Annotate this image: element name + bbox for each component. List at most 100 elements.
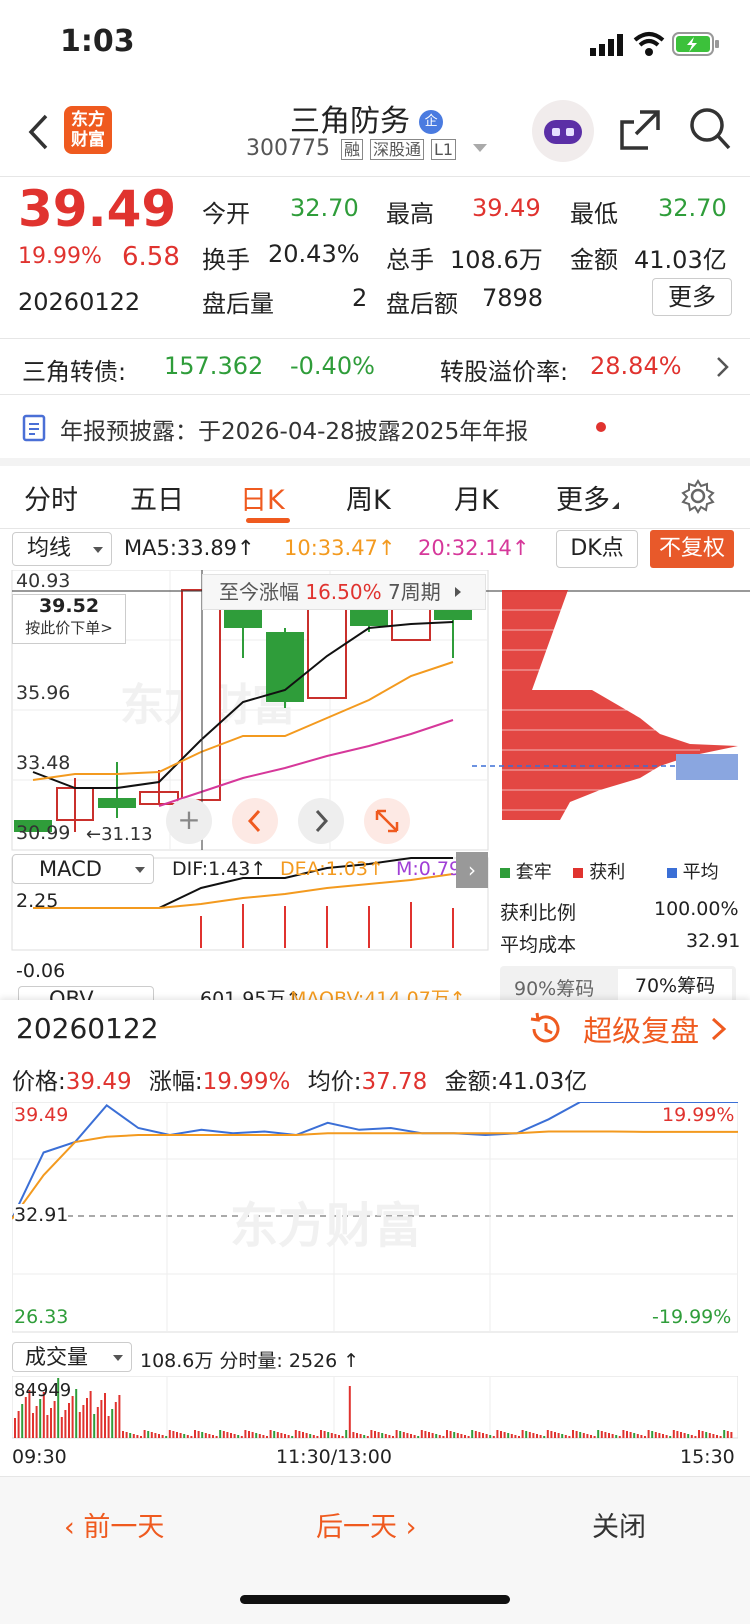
svg-text:东方财富: 东方财富 [230,1198,422,1254]
volume-bar [608,1433,610,1438]
volume-bar [35,1406,38,1438]
macd-dif: DIF:1.43↑ [172,858,267,880]
label-amount: 金额 [570,246,618,274]
volume-bar [93,1414,96,1438]
super-review-link[interactable]: 超级复盘 [526,1008,728,1048]
volume-bar [510,1434,513,1438]
macd-y-top: 2.25 [16,890,59,912]
dk-point-label: DK点 [570,536,624,561]
volume-bar [449,1431,452,1438]
tab-monthly-k[interactable]: 月K [454,478,499,517]
tab-more-label: 更多 [556,485,610,516]
search-icon[interactable] [688,106,732,152]
cursor-price-box[interactable]: 39.52 按此价下单> [12,594,126,644]
expand-button[interactable] [364,798,410,844]
status-bar: 1:03 [0,0,750,90]
volume-bar [251,1432,254,1438]
tab-five-day[interactable]: 五日 [130,478,184,517]
ma10-value: 10:33.47↑ [284,536,396,560]
volume-bar [345,1430,348,1438]
intraday-chart[interactable]: 东方财富 [12,1102,738,1334]
volume-bar [698,1430,700,1438]
volume-bar [14,1418,16,1438]
bottom-nav: ‹ 前一天 后一天 › 关闭 [0,1476,750,1624]
close-button[interactable]: 关闭 [592,1505,646,1544]
prev-candle-button[interactable] [232,798,278,844]
super-review-label: 超级复盘 [583,1014,700,1048]
range-tip-arrow-icon [455,587,462,597]
bond-row[interactable]: 三角转债: 157.362 -0.40% 转股溢价率: 28.84% [0,340,750,392]
volume-bar [374,1431,376,1438]
volume-bar [384,1434,387,1438]
tab-daily-k[interactable]: 日K [240,478,285,517]
volume-bar [244,1430,247,1438]
volume-bar [320,1430,322,1438]
kline-toolbar: 均线 MA5:33.89↑ 10:33.47↑ 20:32.14↑ DK点 不复… [0,530,750,570]
value-high: 39.49 [472,194,541,222]
volume-bar [262,1435,265,1438]
crosshair-add-button[interactable]: + [166,798,212,844]
no-adjust-button[interactable]: 不复权 [650,530,734,568]
volume-select[interactable]: 成交量 [12,1342,132,1372]
label-low: 最低 [570,200,618,228]
volume-bar [248,1431,250,1438]
volume-bar [287,1435,290,1438]
volume-bar [611,1434,614,1438]
tab-intraday[interactable]: 分时 [24,478,78,517]
volume-bar [323,1431,326,1438]
volume-bar [100,1400,103,1438]
tab-more[interactable]: 更多 [556,478,619,517]
legend-avg-swatch [666,868,677,878]
notice-row[interactable]: 年报预披露：于2026-04-28披露2025年年报 [0,396,750,458]
cursor-price: 39.52 [38,595,100,617]
volume-chart [12,1376,738,1439]
range-tip[interactable]: 至今涨幅 16.50% 7周期 [202,574,486,610]
chevron-left-icon [247,809,261,833]
volume-bar [276,1432,279,1438]
prev-day-button[interactable]: ‹ 前一天 [64,1505,164,1544]
macd-select[interactable]: MACD [12,854,154,884]
back-icon[interactable] [26,112,50,152]
volume-bar [683,1433,686,1438]
volume-bar [125,1432,128,1438]
cost-marker: 32.91 [678,785,733,807]
volume-bar [226,1432,229,1438]
chevron-right-icon [717,357,729,377]
volume-bar [539,1435,542,1438]
volume-bar [381,1433,384,1438]
volume-bar [75,1389,78,1438]
share-icon[interactable] [618,108,662,152]
volume-bar [701,1431,704,1438]
chips-tab-90[interactable]: 90%筹码 [514,974,594,1001]
next-day-button[interactable]: 后一天 › [316,1505,416,1544]
indicator-select[interactable]: 均线 [12,532,112,566]
settings-gear-icon[interactable] [680,478,716,514]
volume-bar [503,1432,506,1438]
value-amount: 41.03亿 [634,246,727,274]
volume-bar [521,1430,524,1438]
volume-bar [485,1434,488,1438]
chevron-down-icon[interactable] [473,144,488,152]
legend-profit: 获利 [589,862,626,883]
tab-weekly-k[interactable]: 周K [346,478,391,517]
macd-next-button[interactable]: › [456,852,488,888]
volume-bar [273,1431,276,1438]
more-button[interactable]: 更多 [652,278,732,316]
bond-label: 三角转债: [22,358,127,386]
stock-name: 三角防务 [290,104,410,139]
chips-tab-70[interactable]: 70%筹码 [618,969,732,1003]
stock-title[interactable]: 三角防务 企 [290,96,444,139]
change-amount: 6.58 [122,242,180,272]
volume-bar [237,1435,240,1438]
robot-avatar[interactable] [532,100,594,162]
amount-value: 41.03亿 [498,1069,588,1095]
volume-bar [636,1434,639,1438]
next-candle-button[interactable] [298,798,344,844]
dk-point-button[interactable]: DK点 [556,530,638,568]
volume-bar [39,1399,42,1438]
range-tip-value: 16.50% [305,580,382,604]
volume-bar [107,1416,110,1438]
volume-bar [561,1434,564,1438]
volume-bar [165,1436,168,1438]
current-price: 39.49 [18,180,177,238]
